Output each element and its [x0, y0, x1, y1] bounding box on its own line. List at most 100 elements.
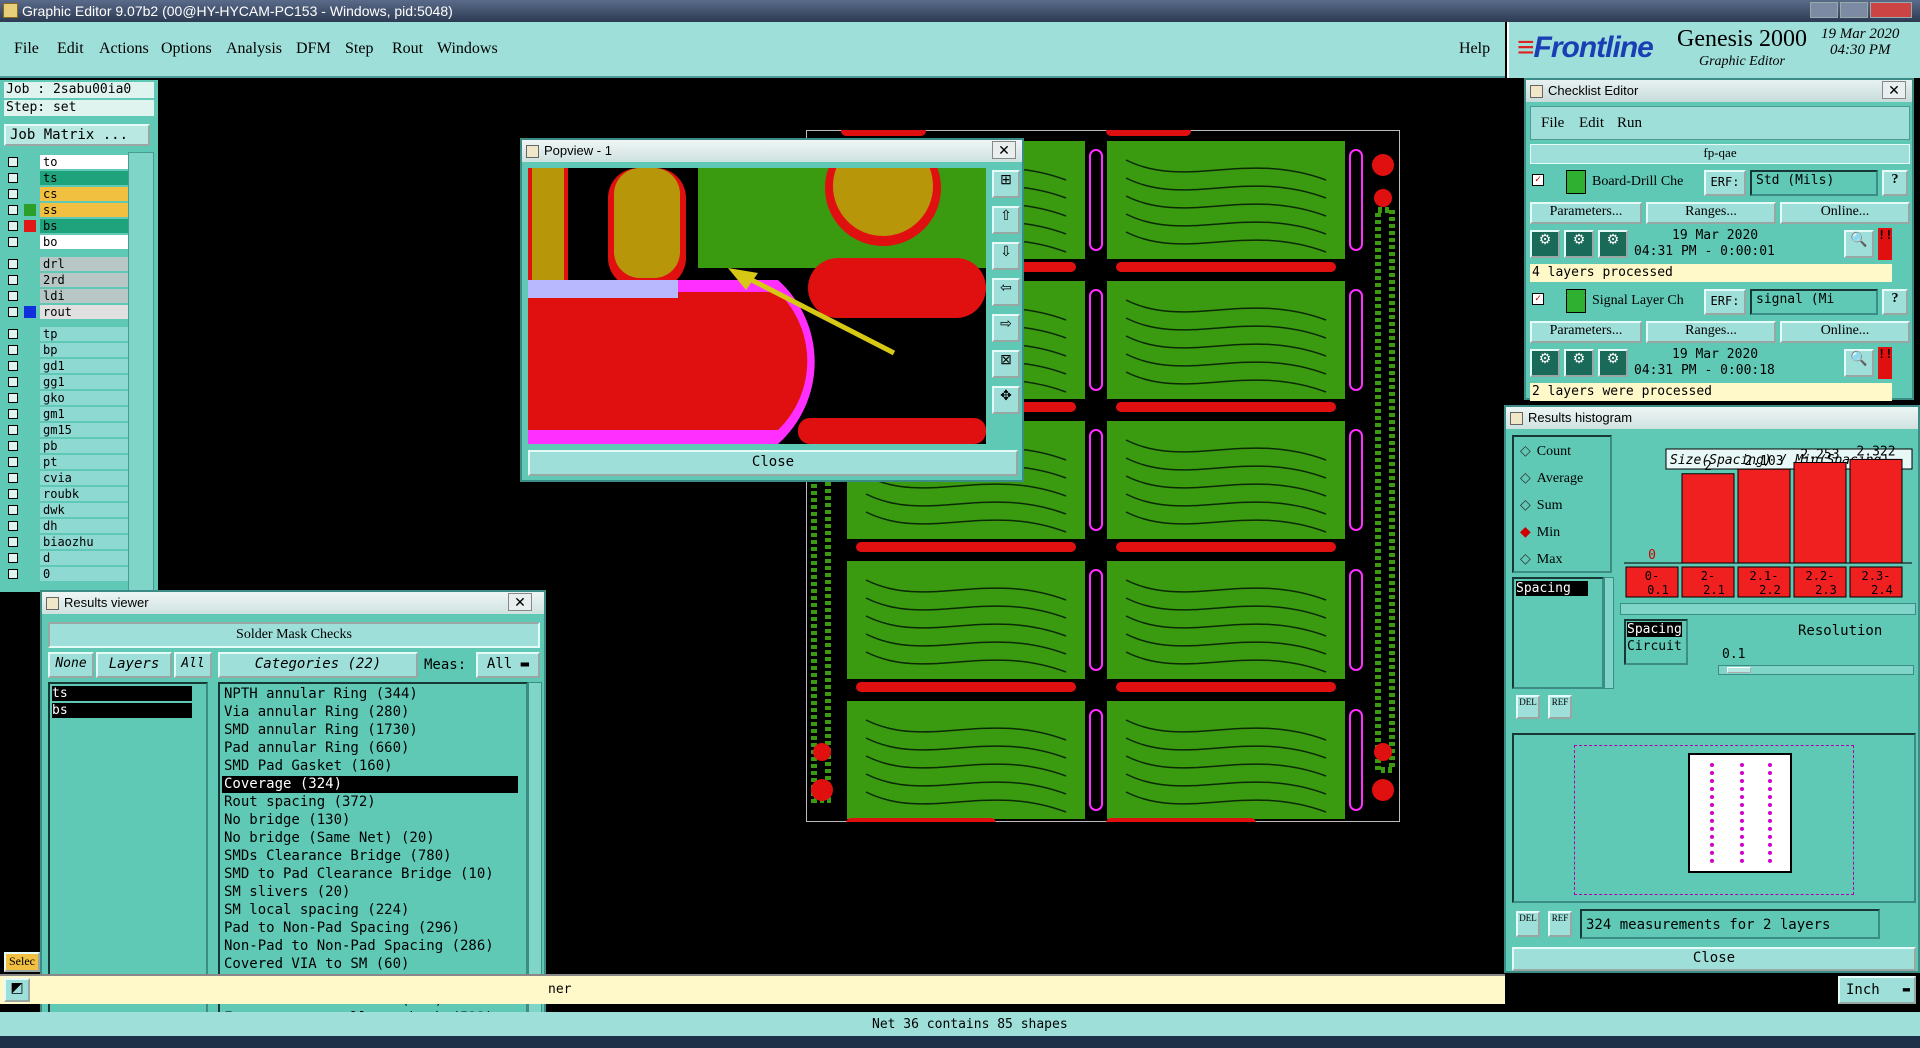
popview-down-icon[interactable]: ⇩	[992, 242, 1020, 270]
category-item[interactable]: No bridge (130)	[222, 812, 518, 829]
layer-scrollbar[interactable]	[128, 152, 154, 592]
histogram-bar[interactable]	[1793, 461, 1847, 564]
histogram-h-scrollbar[interactable]	[1620, 603, 1916, 615]
category-item[interactable]: SM local spacing (224)	[222, 902, 518, 919]
popview-right-icon[interactable]: ⇨	[992, 314, 1020, 342]
erf-value[interactable]: Std (Mils)	[1750, 170, 1878, 196]
layer-checkbox[interactable]	[8, 409, 18, 419]
check-enable-checkbox[interactable]: ✓	[1532, 174, 1544, 186]
category-item[interactable]: Pad to Non-Pad Spacing (296)	[222, 920, 518, 937]
job-matrix-button[interactable]: Job Matrix ...	[4, 124, 150, 146]
meas-dropdown[interactable]: All ▬	[476, 652, 540, 678]
layer-row-drl[interactable]: drl	[6, 257, 128, 271]
checklist-close-icon[interactable]: ✕	[1882, 81, 1906, 99]
layer-row-bs[interactable]: bs	[6, 219, 128, 233]
category-item[interactable]: NPTH annular Ring (344)	[222, 686, 518, 703]
layer-checkbox[interactable]	[8, 553, 18, 563]
parameters-button[interactable]: Parameters...	[1530, 321, 1642, 343]
layer-checkbox[interactable]	[8, 345, 18, 355]
minimize-button[interactable]	[1810, 2, 1838, 18]
erf-button[interactable]: ERF:	[1704, 170, 1746, 196]
popview-close-icon[interactable]: ✕	[992, 141, 1016, 159]
histogram-map-view[interactable]	[1512, 733, 1916, 903]
layer-checkbox[interactable]	[8, 457, 18, 467]
popview-zoom-in-icon[interactable]: ⊠	[992, 350, 1020, 378]
category-item[interactable]: Non-Pad to Non-Pad Spacing (286)	[222, 938, 518, 955]
layer-checkbox[interactable]	[8, 521, 18, 531]
layer-row-tp[interactable]: tp	[6, 327, 128, 341]
online-button[interactable]: Online...	[1780, 321, 1910, 343]
layer-checkbox[interactable]	[8, 307, 18, 317]
layer-row-gg1[interactable]: gg1	[6, 375, 128, 389]
all-button[interactable]: All	[174, 652, 212, 678]
check-enable-checkbox[interactable]: ✓	[1532, 293, 1544, 305]
layer-item-bs[interactable]: bs	[52, 703, 192, 718]
menu-step[interactable]: Step	[345, 40, 373, 58]
none-button[interactable]: None	[48, 652, 94, 678]
layer-checkbox[interactable]	[8, 361, 18, 371]
layer-checkbox[interactable]	[8, 425, 18, 435]
check-zoom-icon[interactable]: 🔍	[1844, 349, 1874, 377]
layer-row-gm15[interactable]: gm15	[6, 423, 128, 437]
results-viewer-close-icon[interactable]: ✕	[508, 593, 532, 611]
close-window-button[interactable]	[1870, 2, 1912, 18]
layer-row-ss[interactable]: ss	[6, 203, 128, 217]
histogram-ref-button-2[interactable]: REF	[1548, 911, 1572, 937]
layer-row-ldi[interactable]: ldi	[6, 289, 128, 303]
check-zoom-icon[interactable]: 🔍	[1844, 230, 1874, 258]
histogram-option-min[interactable]: ◆ Min	[1520, 524, 1560, 541]
histogram-list-scrollbar[interactable]	[1604, 577, 1614, 689]
layer-checkbox[interactable]	[8, 441, 18, 451]
layer-checkbox[interactable]	[8, 259, 18, 269]
category-item[interactable]: SMDs Clearance Bridge (780)	[222, 848, 518, 865]
layer-row-cvia[interactable]: cvia	[6, 471, 128, 485]
units-dropdown[interactable]: Inch ▬	[1838, 976, 1916, 1004]
menu-file[interactable]: File	[14, 40, 39, 58]
layer-row-dwk[interactable]: dwk	[6, 503, 128, 517]
layer-row-gd1[interactable]: gd1	[6, 359, 128, 373]
checklist-menu-file[interactable]: File	[1541, 115, 1564, 132]
layer-item-ts[interactable]: ts	[52, 686, 192, 701]
histogram-close-button[interactable]: Close	[1512, 947, 1916, 971]
histogram-bar[interactable]	[1737, 468, 1791, 564]
layer-checkbox[interactable]	[8, 569, 18, 579]
layer-checkbox[interactable]	[8, 537, 18, 547]
layer-row-to[interactable]: to	[6, 155, 128, 169]
check-help-button[interactable]: ?	[1882, 289, 1908, 315]
layer-row-gm1[interactable]: gm1	[6, 407, 128, 421]
layer-row-biaozhu[interactable]: biaozhu	[6, 535, 128, 549]
run-check-icon-3[interactable]: ⚙	[1598, 349, 1628, 377]
menu-edit[interactable]: Edit	[57, 40, 84, 58]
histogram-bar[interactable]	[1849, 458, 1903, 564]
layer-checkbox[interactable]	[8, 173, 18, 183]
category-item[interactable]: Rout spacing (372)	[222, 794, 518, 811]
histogram-spacing-label[interactable]: Spacing	[1627, 622, 1682, 637]
erf-button[interactable]: ERF:	[1704, 289, 1746, 315]
histogram-del-button-2[interactable]: DEL	[1516, 911, 1540, 937]
layer-checkbox[interactable]	[8, 275, 18, 285]
layer-row-ts[interactable]: ts	[6, 171, 128, 185]
maximize-button[interactable]	[1840, 2, 1868, 18]
category-item[interactable]: SMD to Pad Clearance Bridge (10)	[222, 866, 518, 883]
layer-row-rout[interactable]: rout	[6, 305, 128, 319]
layer-row-2rd[interactable]: 2rd	[6, 273, 128, 287]
layer-checkbox[interactable]	[8, 237, 18, 247]
layer-checkbox[interactable]	[8, 329, 18, 339]
popview-center-icon[interactable]: ✥	[992, 386, 1020, 414]
category-item[interactable]: Via annular Ring (280)	[222, 704, 518, 721]
layer-checkbox[interactable]	[8, 473, 18, 483]
category-item[interactable]: SMD annular Ring (1730)	[222, 722, 518, 739]
category-item[interactable]: Pad annular Ring (660)	[222, 740, 518, 757]
menu-dfm[interactable]: DFM	[296, 40, 331, 58]
select-button[interactable]: Selec	[4, 952, 40, 972]
layer-checkbox[interactable]	[8, 505, 18, 515]
histogram-option-sum[interactable]: ◇ Sum	[1520, 497, 1562, 514]
run-check-icon-2[interactable]: ⚙	[1564, 230, 1594, 258]
category-item[interactable]: No bridge (Same Net) (20)	[222, 830, 518, 847]
histogram-chart[interactable]: Size(Spacing) / Min(Spacing) 00-0.122-2.…	[1620, 435, 1916, 601]
erf-value[interactable]: signal (Mi	[1750, 289, 1878, 315]
popview-close-button[interactable]: Close	[528, 450, 1018, 476]
menu-rout[interactable]: Rout	[392, 40, 423, 58]
histogram-item-spacing[interactable]: Spacing	[1516, 581, 1588, 596]
checklist-menu-edit[interactable]: Edit	[1579, 115, 1604, 132]
